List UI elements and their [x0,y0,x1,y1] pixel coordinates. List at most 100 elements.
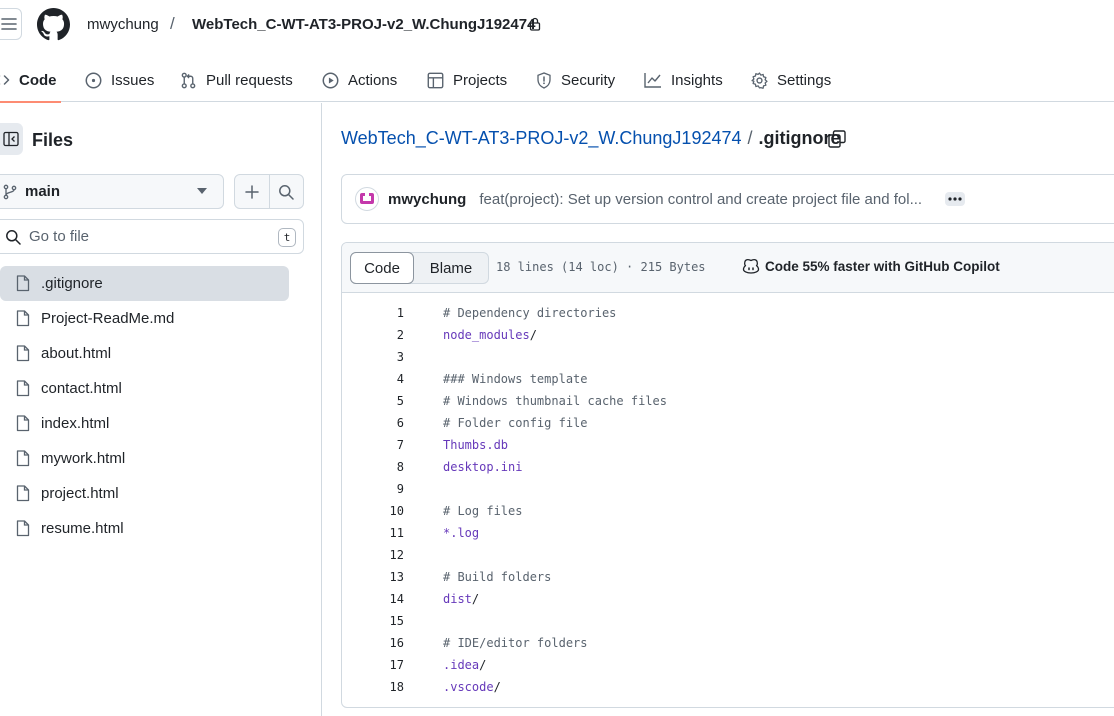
code-blame-toggle: Code Blame [350,252,489,284]
collapse-sidebar-button[interactable] [0,123,23,155]
file-tree-item-index[interactable]: index.html [0,406,290,441]
code-line: 6 # Folder config file [342,412,1114,434]
tab-label: Pull requests [206,71,293,89]
line-number[interactable]: 5 [342,394,404,408]
expand-commit-message-button[interactable] [945,192,966,206]
commit-message-link[interactable]: feat(project): Set up version control an… [479,191,922,208]
file-tree-item-resume[interactable]: resume.html [0,511,290,546]
file-actions-group [234,174,304,209]
github-logo-icon[interactable] [37,8,70,41]
file-name: project.html [41,485,119,502]
line-number[interactable]: 13 [342,570,404,584]
line-content: desktop.ini [404,460,522,474]
file-tree-item-gitignore[interactable]: .gitignore [0,266,289,301]
repo-owner-link[interactable]: mwychung [87,16,159,33]
sidebar-collapse-icon [2,131,19,147]
search-icon [6,229,21,245]
line-content: node_modules/ [404,328,537,342]
tab-label: Security [561,71,616,89]
line-number[interactable]: 12 [342,548,404,562]
hamburger-menu-button[interactable] [0,8,22,40]
line-content: .vscode/ [404,680,501,694]
code-icon [0,75,10,85]
file-name: index.html [41,415,110,432]
line-number[interactable]: 9 [342,482,404,496]
tab-security[interactable]: Security [536,58,615,102]
code-token: dist [443,592,472,606]
line-number[interactable]: 1 [342,306,404,320]
branch-selector-button[interactable]: main [0,174,224,209]
line-number[interactable]: 11 [342,526,404,540]
line-content: ### Windows template [404,372,588,386]
code-view-button[interactable]: Code [350,252,414,284]
triangle-down-icon [197,188,207,194]
copy-icon[interactable] [828,130,846,148]
file-name: about.html [41,345,112,362]
file-icon [16,380,30,397]
file-icon [16,520,30,537]
code-line: 12 [342,544,1114,566]
code-token: desktop.ini [443,460,523,474]
repo-name-link[interactable]: WebTech_C-WT-AT3-PROJ-v2_W.ChungJ192474 [192,16,535,33]
line-content: dist/ [404,592,479,606]
breadcrumb-repo-link[interactable]: WebTech_C-WT-AT3-PROJ-v2_W.ChungJ192474 [341,128,742,149]
lock-icon [529,17,541,31]
tab-pull-requests[interactable]: Pull requests [180,58,293,102]
code-line: 17 .idea/ [342,654,1114,676]
hamburger-icon [1,18,17,30]
file-tree-item-project-readme[interactable]: Project-ReadMe.md [0,301,290,336]
line-number[interactable]: 3 [342,350,404,364]
line-number[interactable]: 17 [342,658,404,672]
commit-author-link[interactable]: mwychung [388,191,466,208]
line-content: # Build folders [404,570,551,584]
avatar[interactable] [355,187,379,211]
file-name: mywork.html [41,450,126,467]
copilot-promo-link[interactable]: Code 55% faster with GitHub Copilot [742,258,1000,274]
line-number[interactable]: 10 [342,504,404,518]
line-number[interactable]: 4 [342,372,404,386]
go-to-file-input[interactable]: Go to file t [0,219,304,254]
code-line: 5 # Windows thumbnail cache files [342,390,1114,412]
tab-settings[interactable]: Settings [751,58,831,102]
line-number[interactable]: 15 [342,614,404,628]
code-token-slash: / [529,328,537,342]
line-number[interactable]: 7 [342,438,404,452]
add-file-button[interactable] [235,175,269,208]
line-number[interactable]: 8 [342,460,404,474]
code-line: 11 *.log [342,522,1114,544]
code-line: 10 # Log files [342,500,1114,522]
tab-insights[interactable]: Insights [644,58,723,102]
file-tree: .gitignore Project-ReadMe.md about.html … [0,266,290,546]
code-token-slash: / [471,592,480,606]
code-token: Thumbs.db [443,438,509,452]
code-token: # Windows thumbnail cache files [443,394,667,408]
code-line: 8 desktop.ini [342,456,1114,478]
line-number[interactable]: 14 [342,592,404,606]
line-content: # Dependency directories [404,306,616,320]
code-line: 9 [342,478,1114,500]
line-number[interactable]: 6 [342,416,404,430]
search-code-button[interactable] [268,175,304,208]
code-line: 16 # IDE/editor folders [342,632,1114,654]
tab-actions[interactable]: Actions [322,58,397,102]
tab-issues[interactable]: Issues [85,58,154,102]
breadcrumb-separator: / [747,128,753,148]
blame-view-button[interactable]: Blame [414,253,488,283]
line-number[interactable]: 2 [342,328,404,342]
latest-commit-bar: mwychung feat(project): Set up version c… [341,174,1114,224]
identicon-icon [360,193,374,204]
code-line: 7 Thumbs.db [342,434,1114,456]
tab-code[interactable]: Code [0,58,60,103]
branch-name: main [25,183,61,200]
file-tree-item-project[interactable]: project.html [0,476,290,511]
tab-projects[interactable]: Projects [427,58,507,102]
line-number[interactable]: 18 [342,680,404,694]
file-tree-item-contact[interactable]: contact.html [0,371,290,406]
tab-label: Code [19,71,57,89]
table-icon [427,72,444,88]
tab-label: Actions [348,71,398,89]
line-number[interactable]: 16 [342,636,404,650]
file-tree-item-about[interactable]: about.html [0,336,290,371]
file-tree-item-mywork[interactable]: mywork.html [0,441,290,476]
tab-label: Projects [453,71,508,89]
